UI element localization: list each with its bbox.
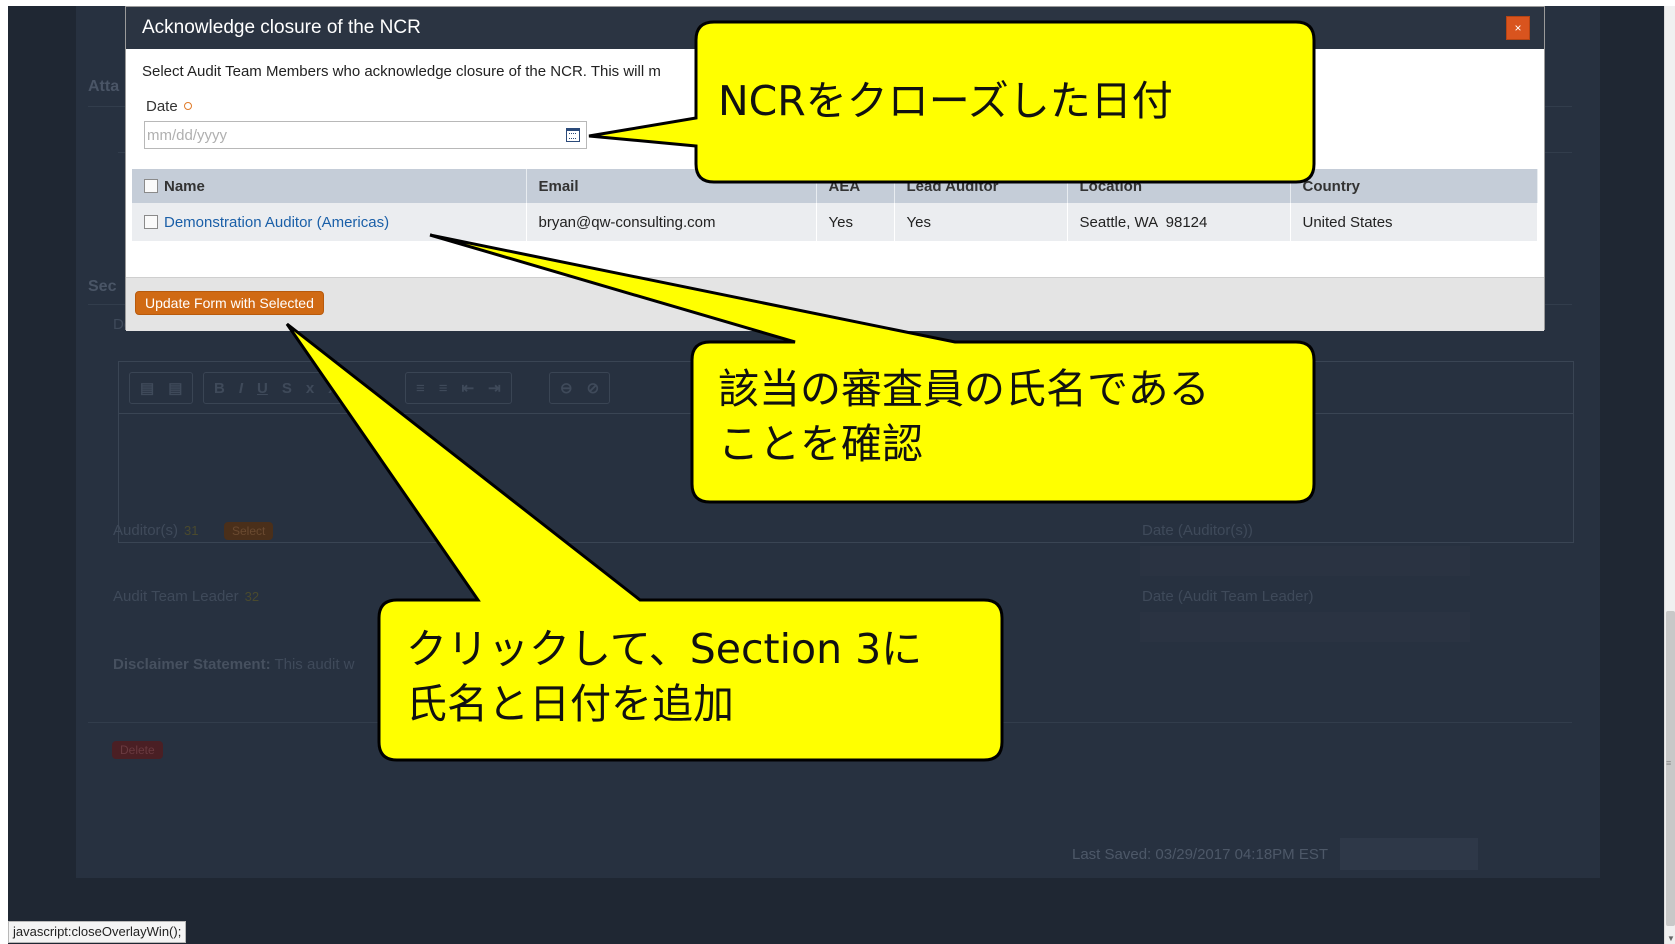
date-auditors-label: Date (Auditor(s)): [1142, 522, 1253, 539]
column-header-aea: AEA: [816, 169, 895, 203]
date-field[interactable]: [144, 121, 587, 149]
dialog-instruction: Select Audit Team Members who acknowledg…: [142, 63, 661, 80]
bullet-list-icon[interactable]: ≡: [439, 380, 448, 397]
indent-icon[interactable]: ⇥: [488, 379, 501, 397]
section-heading: Sec: [88, 278, 117, 295]
select-auditors-button[interactable]: Select: [224, 522, 274, 540]
column-header-location: Location: [1067, 169, 1291, 203]
member-email-cell: bryan@qw-consulting.com: [526, 203, 817, 241]
dialog-header: Acknowledge closure of the NCR ×: [126, 7, 1544, 49]
link-tool-group[interactable]: ⊖ ⊘: [549, 372, 611, 404]
vertical-scrollbar[interactable]: ≡ ▼: [1664, 6, 1675, 944]
italic-button[interactable]: I: [239, 380, 243, 397]
auditors-label: Auditor(s) 31: [113, 522, 199, 539]
member-name-link[interactable]: Demonstration Auditor (Americas): [164, 214, 389, 231]
attachments-heading: Atta: [88, 78, 120, 95]
browser-status-bar: javascript:closeOverlayWin();: [8, 921, 187, 943]
select-all-checkbox[interactable]: [144, 178, 158, 193]
delete-button[interactable]: Delete: [112, 741, 163, 759]
underline-button[interactable]: U: [257, 380, 268, 397]
date-callout-text: NCRをクローズした日付: [718, 77, 1173, 125]
column-header-country: Country: [1290, 169, 1538, 203]
last-saved-text: Last Saved: 03/29/2017 04:18PM EST: [1072, 846, 1329, 863]
date-label: Date: [146, 98, 192, 115]
dialog-title: Acknowledge closure of the NCR: [142, 17, 421, 38]
paste-text-icon[interactable]: ▤: [168, 379, 182, 397]
bold-button[interactable]: B: [214, 380, 225, 397]
calendar-icon[interactable]: [566, 128, 580, 142]
member-location-cell: Seattle, WA 98124: [1067, 203, 1291, 241]
team-leader-label: Audit Team Leader 32: [113, 588, 260, 605]
unlink-icon[interactable]: ⊘: [587, 379, 600, 397]
audit-team-table: Name Email AEA Lead Auditor Location Cou…: [132, 169, 1538, 241]
paste-icon[interactable]: ▤: [140, 379, 154, 397]
member-country-cell: United States: [1290, 203, 1538, 241]
link-icon[interactable]: ⊖: [560, 379, 573, 397]
strikethrough-button[interactable]: S: [282, 380, 292, 397]
close-button[interactable]: ×: [1506, 16, 1530, 40]
disclaimer-statement: Disclaimer Statement: This audit w: [113, 656, 355, 673]
dialog-footer: Update Form with Selected: [126, 277, 1544, 331]
save-button[interactable]: [1340, 838, 1478, 870]
required-indicator-icon: [183, 102, 192, 110]
outdent-icon[interactable]: ⇤: [462, 379, 475, 397]
scrollbar-thumb[interactable]: [1666, 611, 1675, 926]
superscript-button[interactable]: x²: [328, 380, 341, 397]
date-auditors-field[interactable]: [1140, 546, 1470, 576]
button-callout-text: クリックして、Section 3に 氏名と日付を追加: [406, 625, 923, 729]
member-aea-cell: Yes: [816, 203, 895, 241]
column-header-name[interactable]: Name: [132, 169, 527, 203]
member-checkbox[interactable]: [144, 214, 158, 229]
member-lead-auditor-cell: Yes: [894, 203, 1068, 241]
clipboard-tool-group[interactable]: ▤ ▤: [129, 372, 194, 404]
name-callout-text: 該当の審査員の氏名である ことを確認: [718, 365, 1210, 469]
format-tool-group[interactable]: B I U S x x²: [203, 372, 353, 404]
date-input[interactable]: [147, 124, 547, 146]
list-tool-group[interactable]: ≡ ≡ ⇤ ⇥: [405, 372, 512, 404]
column-header-email: Email: [526, 169, 817, 203]
numbered-list-icon[interactable]: ≡: [416, 380, 425, 397]
date-team-leader-field[interactable]: [1140, 612, 1470, 642]
scrollbar-grip-icon: ≡: [1666, 758, 1672, 768]
member-name-cell: Demonstration Auditor (Americas): [132, 203, 527, 241]
subscript-button[interactable]: x: [306, 380, 314, 397]
table-header-row: Name Email AEA Lead Auditor Location Cou…: [132, 169, 1538, 203]
scroll-down-arrow-icon[interactable]: ▼: [1667, 934, 1675, 943]
date-team-leader-label: Date (Audit Team Leader): [1142, 588, 1314, 605]
table-row: Demonstration Auditor (Americas) bryan@q…: [132, 203, 1538, 241]
acknowledge-closure-dialog: Acknowledge closure of the NCR × Select …: [125, 6, 1545, 331]
update-form-button[interactable]: Update Form with Selected: [135, 291, 324, 315]
column-header-lead-auditor: Lead Auditor: [894, 169, 1068, 203]
